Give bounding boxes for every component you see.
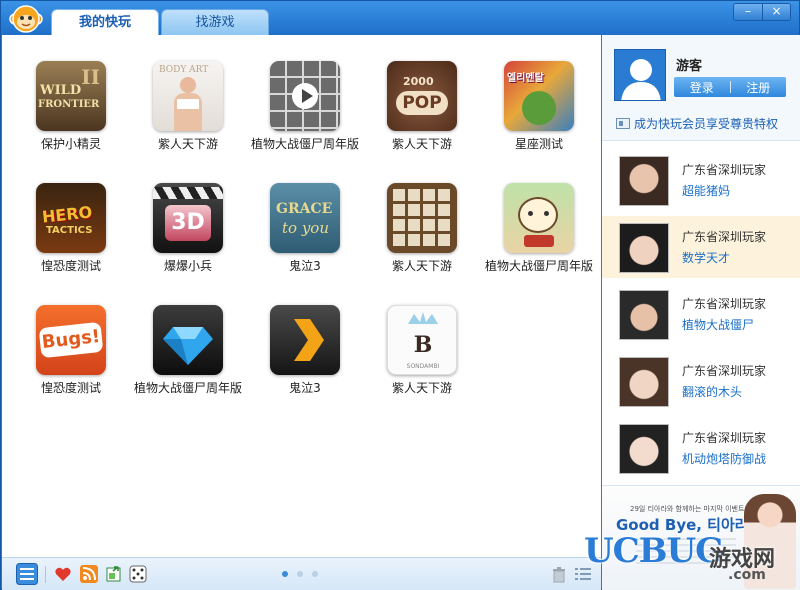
player-avatar (619, 290, 669, 340)
player-avatar (619, 424, 669, 474)
game-tile[interactable]: B SONDAMBI 紫人天下游 (367, 305, 477, 395)
player-avatar (619, 357, 669, 407)
trash-icon[interactable] (550, 565, 568, 583)
game-name: 星座测试 (514, 137, 563, 151)
player-avatar (619, 223, 669, 273)
tab-my-games[interactable]: 我的快玩 (51, 9, 159, 36)
import-game-icon[interactable] (105, 565, 123, 583)
toolbar-divider (45, 566, 46, 583)
svg-text:SONDAMBI: SONDAMBI (407, 363, 440, 370)
chevron-play-icon (270, 305, 340, 375)
game-tile[interactable]: BODY ART 紫人天下游 (133, 61, 243, 151)
page-dot[interactable] (312, 571, 318, 577)
player-location: 广东省深圳玩家 (682, 431, 767, 445)
game-name: 紫人天下游 (391, 137, 452, 151)
cute-animals-icon (504, 183, 574, 253)
game-tile[interactable]: Bugs! 惶恐度测试 (16, 305, 126, 395)
login-button[interactable]: 登录 (674, 79, 730, 96)
elemental-icon: 엘리멘탈 (504, 61, 574, 131)
guest-name: 游客 (676, 59, 703, 74)
player-game-link[interactable]: 机动炮塔防御战 (682, 450, 766, 467)
minimize-button[interactable]: – (734, 4, 762, 20)
player-row[interactable]: 广东省深圳玩家 数学天才 (602, 216, 800, 278)
player-row[interactable]: 广东省深圳玩家 翻滚的木头 (602, 350, 800, 412)
game-name: 爆爆小兵 (163, 259, 212, 273)
game-tile[interactable]: HERO TACTICS 惶恐度测试 (16, 183, 126, 273)
game-name: 紫人天下游 (391, 381, 452, 395)
hero-tactics-icon: HERO TACTICS (36, 183, 106, 253)
body-art-icon: BODY ART (153, 61, 223, 131)
player-location: 广东省深圳玩家 (682, 297, 767, 311)
page-dot[interactable] (282, 571, 288, 577)
wild-frontier-icon: WILD FRONTIER II (36, 61, 106, 131)
player-game-link[interactable]: 超能猪妈 (682, 182, 730, 199)
game-name: 植物大战僵尸周年版 (250, 137, 359, 151)
window-controls: – × (733, 3, 791, 21)
game-tile[interactable]: 엘리멘탈 星座测试 (484, 61, 594, 151)
game-name: 紫人天下游 (157, 137, 218, 151)
player-game-link[interactable]: 数学天才 (682, 249, 730, 266)
diamond-icon (153, 305, 223, 375)
watermark-com: .com (728, 567, 766, 583)
game-tile[interactable]: 鬼泣3 (250, 305, 360, 395)
sondambi-crown-icon: B SONDAMBI (387, 305, 457, 375)
player-row[interactable]: 广东省深圳玩家 超能猪妈 (602, 149, 800, 211)
kuaiwan-monkey-logo-icon (9, 5, 43, 33)
game-tile[interactable]: 3D 爆爆小兵 (133, 183, 243, 273)
right-panel: 游客 登录 注册 成为快玩会员享受尊贵特权 广东省深圳玩家 超能猪妈 广东省深圳… (602, 35, 800, 590)
game-tile[interactable]: WILD FRONTIER II 保护小精灵 (16, 61, 126, 151)
bugs-icon: Bugs! (36, 305, 106, 375)
game-tile[interactable]: GRACE to you 鬼泣3 (250, 183, 360, 273)
player-location: 广东省深圳玩家 (682, 364, 767, 378)
guest-avatar (614, 49, 666, 101)
game-tile[interactable]: 2000 POP 紫人天下游 (367, 61, 477, 151)
vip-text: 成为快玩会员享受尊贵特权 (634, 117, 779, 131)
game-tile[interactable]: 植物大战僵尸周年版 (484, 183, 594, 273)
player-avatar (619, 156, 669, 206)
ucbug-watermark: UCBUG (584, 531, 724, 571)
menu-list-icon[interactable] (16, 563, 38, 585)
vip-link[interactable]: 成为快玩会员享受尊贵特权 (616, 115, 778, 132)
game-tile[interactable]: 植物大战僵尸周年版 (133, 305, 243, 395)
my-games-panel: WILD FRONTIER II 保护小精灵 BODY ART 紫人天下游 植物… (2, 35, 601, 557)
app-window: 我的快玩 找游戏 – × WILD FRONTIER II 保护小精灵 BODY… (0, 0, 800, 590)
player-game-link[interactable]: 翻滚的木头 (682, 383, 742, 400)
tile-board-icon (387, 183, 457, 253)
media-collage-icon (270, 61, 340, 131)
close-button[interactable]: × (762, 4, 790, 20)
player-row[interactable]: 广东省深圳玩家 机动炮塔防御战 (602, 417, 800, 479)
rss-icon[interactable] (80, 565, 98, 583)
profile-card: 游客 登录 注册 成为快玩会员享受尊贵特权 (602, 35, 800, 141)
page-dot[interactable] (297, 571, 303, 577)
game-name: 紫人天下游 (391, 259, 452, 273)
player-game-link[interactable]: 植物大战僵尸 (682, 316, 754, 333)
grace-to-you-icon: GRACE to you (270, 183, 340, 253)
banner-subline: 29일 티아라와 함께하는 마지막 이벤트! (630, 505, 748, 513)
game-tile[interactable]: 紫人天下游 (367, 183, 477, 273)
game-name: 植物大战僵尸周年版 (484, 259, 593, 273)
game-tile[interactable]: 植物大战僵尸周年版 (250, 61, 360, 151)
player-location: 广东省深圳玩家 (682, 163, 767, 177)
game-name: 鬼泣3 (289, 381, 321, 395)
game-name: 惶恐度测试 (40, 381, 101, 395)
game-name: 鬼泣3 (289, 259, 321, 273)
game-name: 惶恐度测试 (40, 259, 101, 273)
svg-text:B: B (414, 332, 433, 358)
bottom-toolbar (2, 557, 601, 590)
heart-favorites-icon[interactable] (54, 565, 72, 583)
dice-random-icon[interactable] (129, 565, 147, 583)
2000-pop-icon: 2000 POP (387, 61, 457, 131)
member-card-icon (616, 118, 630, 129)
tab-find-games[interactable]: 找游戏 (161, 9, 269, 36)
login-register-bar: 登录 注册 (674, 77, 786, 97)
page-indicator (282, 571, 318, 577)
player-location: 广东省深圳玩家 (682, 230, 767, 244)
register-button[interactable]: 注册 (731, 79, 787, 96)
player-row[interactable]: 广东省深圳玩家 植物大战僵尸 (602, 283, 800, 345)
3d-clapper-icon: 3D (153, 183, 223, 253)
game-name: 植物大战僵尸周年版 (133, 381, 242, 395)
game-name: 保护小精灵 (40, 137, 101, 151)
